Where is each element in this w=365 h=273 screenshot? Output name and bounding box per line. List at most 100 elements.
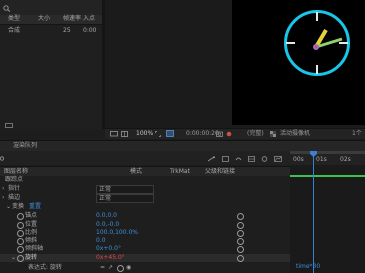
stopwatch-icon[interactable]: [17, 222, 24, 229]
current-time-indicator[interactable]: [313, 151, 314, 273]
project-item-row[interactable]: 合成 25 0:00: [0, 27, 102, 35]
project-item-in: 0:00: [83, 27, 97, 34]
expression-pickwhip-icon[interactable]: [237, 246, 244, 253]
property-name: 锚点: [25, 212, 38, 219]
layer-row[interactable]: 跟踪点: [0, 176, 290, 184]
frame-blending-icon[interactable]: [248, 156, 255, 162]
camera-snapshot-icon[interactable]: [216, 131, 223, 137]
property-row-anchor: 锚点 0.0,0.0: [0, 212, 290, 220]
stopwatch-icon[interactable]: [17, 238, 24, 245]
property-name: 倾斜: [25, 237, 38, 244]
layer-name[interactable]: 跟踪点: [5, 177, 23, 183]
timeline-tab-bar: 渲染队列: [0, 140, 365, 151]
property-name: 位置: [25, 221, 38, 228]
expression-language-menu-icon[interactable]: ◉: [126, 265, 131, 271]
layer-expand-arrow[interactable]: ›: [2, 195, 4, 201]
blend-mode-dropdown[interactable]: 正常: [96, 194, 154, 203]
column-inpoint[interactable]: 入点: [83, 16, 95, 22]
column-framerate[interactable]: 帧速率: [63, 16, 81, 22]
ruler-tick: 02s: [340, 156, 351, 163]
project-item-rate: 25: [63, 27, 71, 34]
blend-mode-value: 正常: [99, 186, 112, 193]
property-value[interactable]: 100.0,100.0%: [96, 230, 138, 236]
expression-pickwhip-icon[interactable]: [237, 238, 244, 245]
group-expand-arrow[interactable]: ⌄: [6, 204, 11, 210]
expression-pickwhip-icon[interactable]: [237, 230, 244, 237]
motion-blur-icon[interactable]: [261, 156, 268, 162]
fit-icon[interactable]: [155, 131, 161, 137]
property-row-position: 位置 0.0,-0.0: [0, 221, 290, 229]
stopwatch-icon[interactable]: [17, 255, 24, 262]
property-row-skew: 倾斜 0.0: [0, 237, 290, 245]
composition-canvas[interactable]: [232, 0, 365, 125]
clock-center-dot: [314, 45, 318, 49]
property-value[interactable]: 0.0,0.0: [96, 213, 117, 219]
comp-flowchart-icon[interactable]: [207, 156, 215, 162]
expression-text[interactable]: time*30: [296, 264, 320, 270]
ruler-tick: 01s: [316, 156, 327, 163]
blend-mode-value: 正常: [99, 195, 112, 202]
ruler-tick: 00s: [293, 156, 304, 163]
layer-name[interactable]: 指针: [8, 186, 20, 192]
project-columns-header: 类型 大小 帧速率 入点: [0, 15, 102, 25]
group-expand-arrow[interactable]: ⌄: [11, 255, 16, 261]
pickwhip-icon[interactable]: [117, 265, 124, 272]
resolution-dropdown[interactable]: (完整): [247, 131, 264, 137]
property-value[interactable]: 0x+0.0°: [96, 246, 121, 252]
column-size[interactable]: 大小: [38, 16, 50, 22]
stopwatch-icon[interactable]: [17, 246, 24, 253]
column-layer-name[interactable]: 图层名称: [4, 169, 28, 175]
expression-pickwhip-icon[interactable]: [237, 255, 244, 262]
transparency-grid-icon[interactable]: [270, 131, 276, 137]
expression-graph-icon[interactable]: ↗: [108, 265, 113, 271]
property-name: 倾斜轴: [25, 245, 44, 252]
column-parent[interactable]: 父级和链接: [205, 169, 235, 175]
graph-editor-icon[interactable]: [274, 156, 282, 162]
layer-row[interactable]: › 指针 正常: [0, 185, 290, 194]
layer-name[interactable]: 描边: [8, 195, 20, 201]
work-area-bar[interactable]: [290, 151, 365, 154]
project-item-type: 合成: [8, 27, 21, 34]
search-icon[interactable]: [3, 5, 11, 12]
stopwatch-icon[interactable]: [17, 213, 24, 220]
project-list: [0, 25, 102, 129]
property-row-skew-axis: 倾斜轴 0x+0.0°: [0, 245, 290, 253]
zoom-dropdown[interactable]: 100%: [136, 131, 153, 137]
layer-duration-bar[interactable]: [290, 175, 365, 177]
transform-reset-link[interactable]: 重置: [29, 204, 41, 210]
camera-dropdown[interactable]: 活动摄像机: [280, 131, 310, 137]
timeline-graph[interactable]: [290, 151, 365, 273]
expression-label: 表达式: 旋转: [28, 264, 62, 271]
blend-mode-dropdown[interactable]: 正常: [96, 185, 154, 194]
transform-group-row[interactable]: ⌄ 变换 重置: [0, 203, 290, 211]
current-time[interactable]: 0:00:00:20: [186, 131, 219, 137]
views-dropdown[interactable]: 1个: [352, 131, 362, 137]
column-mode[interactable]: 模式: [130, 169, 142, 175]
stopwatch-icon[interactable]: [17, 230, 24, 237]
layer-expand-arrow[interactable]: ›: [2, 186, 4, 192]
time-ruler[interactable]: 00s 01s 02s: [290, 151, 365, 165]
property-row-rotation[interactable]: ⌄ 旋转 0x+45.0°: [0, 254, 290, 262]
draft-3d-icon[interactable]: [222, 156, 229, 162]
search-icon[interactable]: [0, 156, 6, 162]
property-row-scale: 比例 100.0,100.0%: [0, 229, 290, 237]
expression-enable-toggle[interactable]: =: [100, 265, 105, 271]
show-channel-icon[interactable]: [226, 131, 232, 137]
layer-row[interactable]: › 描边 正常: [0, 194, 290, 203]
property-value[interactable]: 0x+45.0°: [96, 255, 125, 261]
roi-icon[interactable]: [166, 130, 174, 137]
expression-row: 表达式: 旋转 = ↗ ◉: [0, 263, 290, 272]
property-name: 比例: [25, 229, 38, 236]
expression-pickwhip-icon[interactable]: [237, 213, 244, 220]
new-folder-icon[interactable]: [5, 122, 13, 128]
expression-pickwhip-icon[interactable]: [237, 222, 244, 229]
property-value[interactable]: 0.0,-0.0: [96, 222, 119, 228]
transform-label: 变换: [12, 203, 25, 210]
column-type[interactable]: 类型: [8, 16, 20, 22]
monitor-icon[interactable]: [110, 131, 119, 137]
property-value[interactable]: 0.0: [96, 238, 106, 244]
grid-icon[interactable]: [121, 131, 128, 137]
column-trkmat[interactable]: TrkMat: [170, 169, 190, 175]
shy-layers-icon[interactable]: [235, 156, 242, 162]
tab-render-queue[interactable]: 渲染队列: [13, 143, 37, 149]
